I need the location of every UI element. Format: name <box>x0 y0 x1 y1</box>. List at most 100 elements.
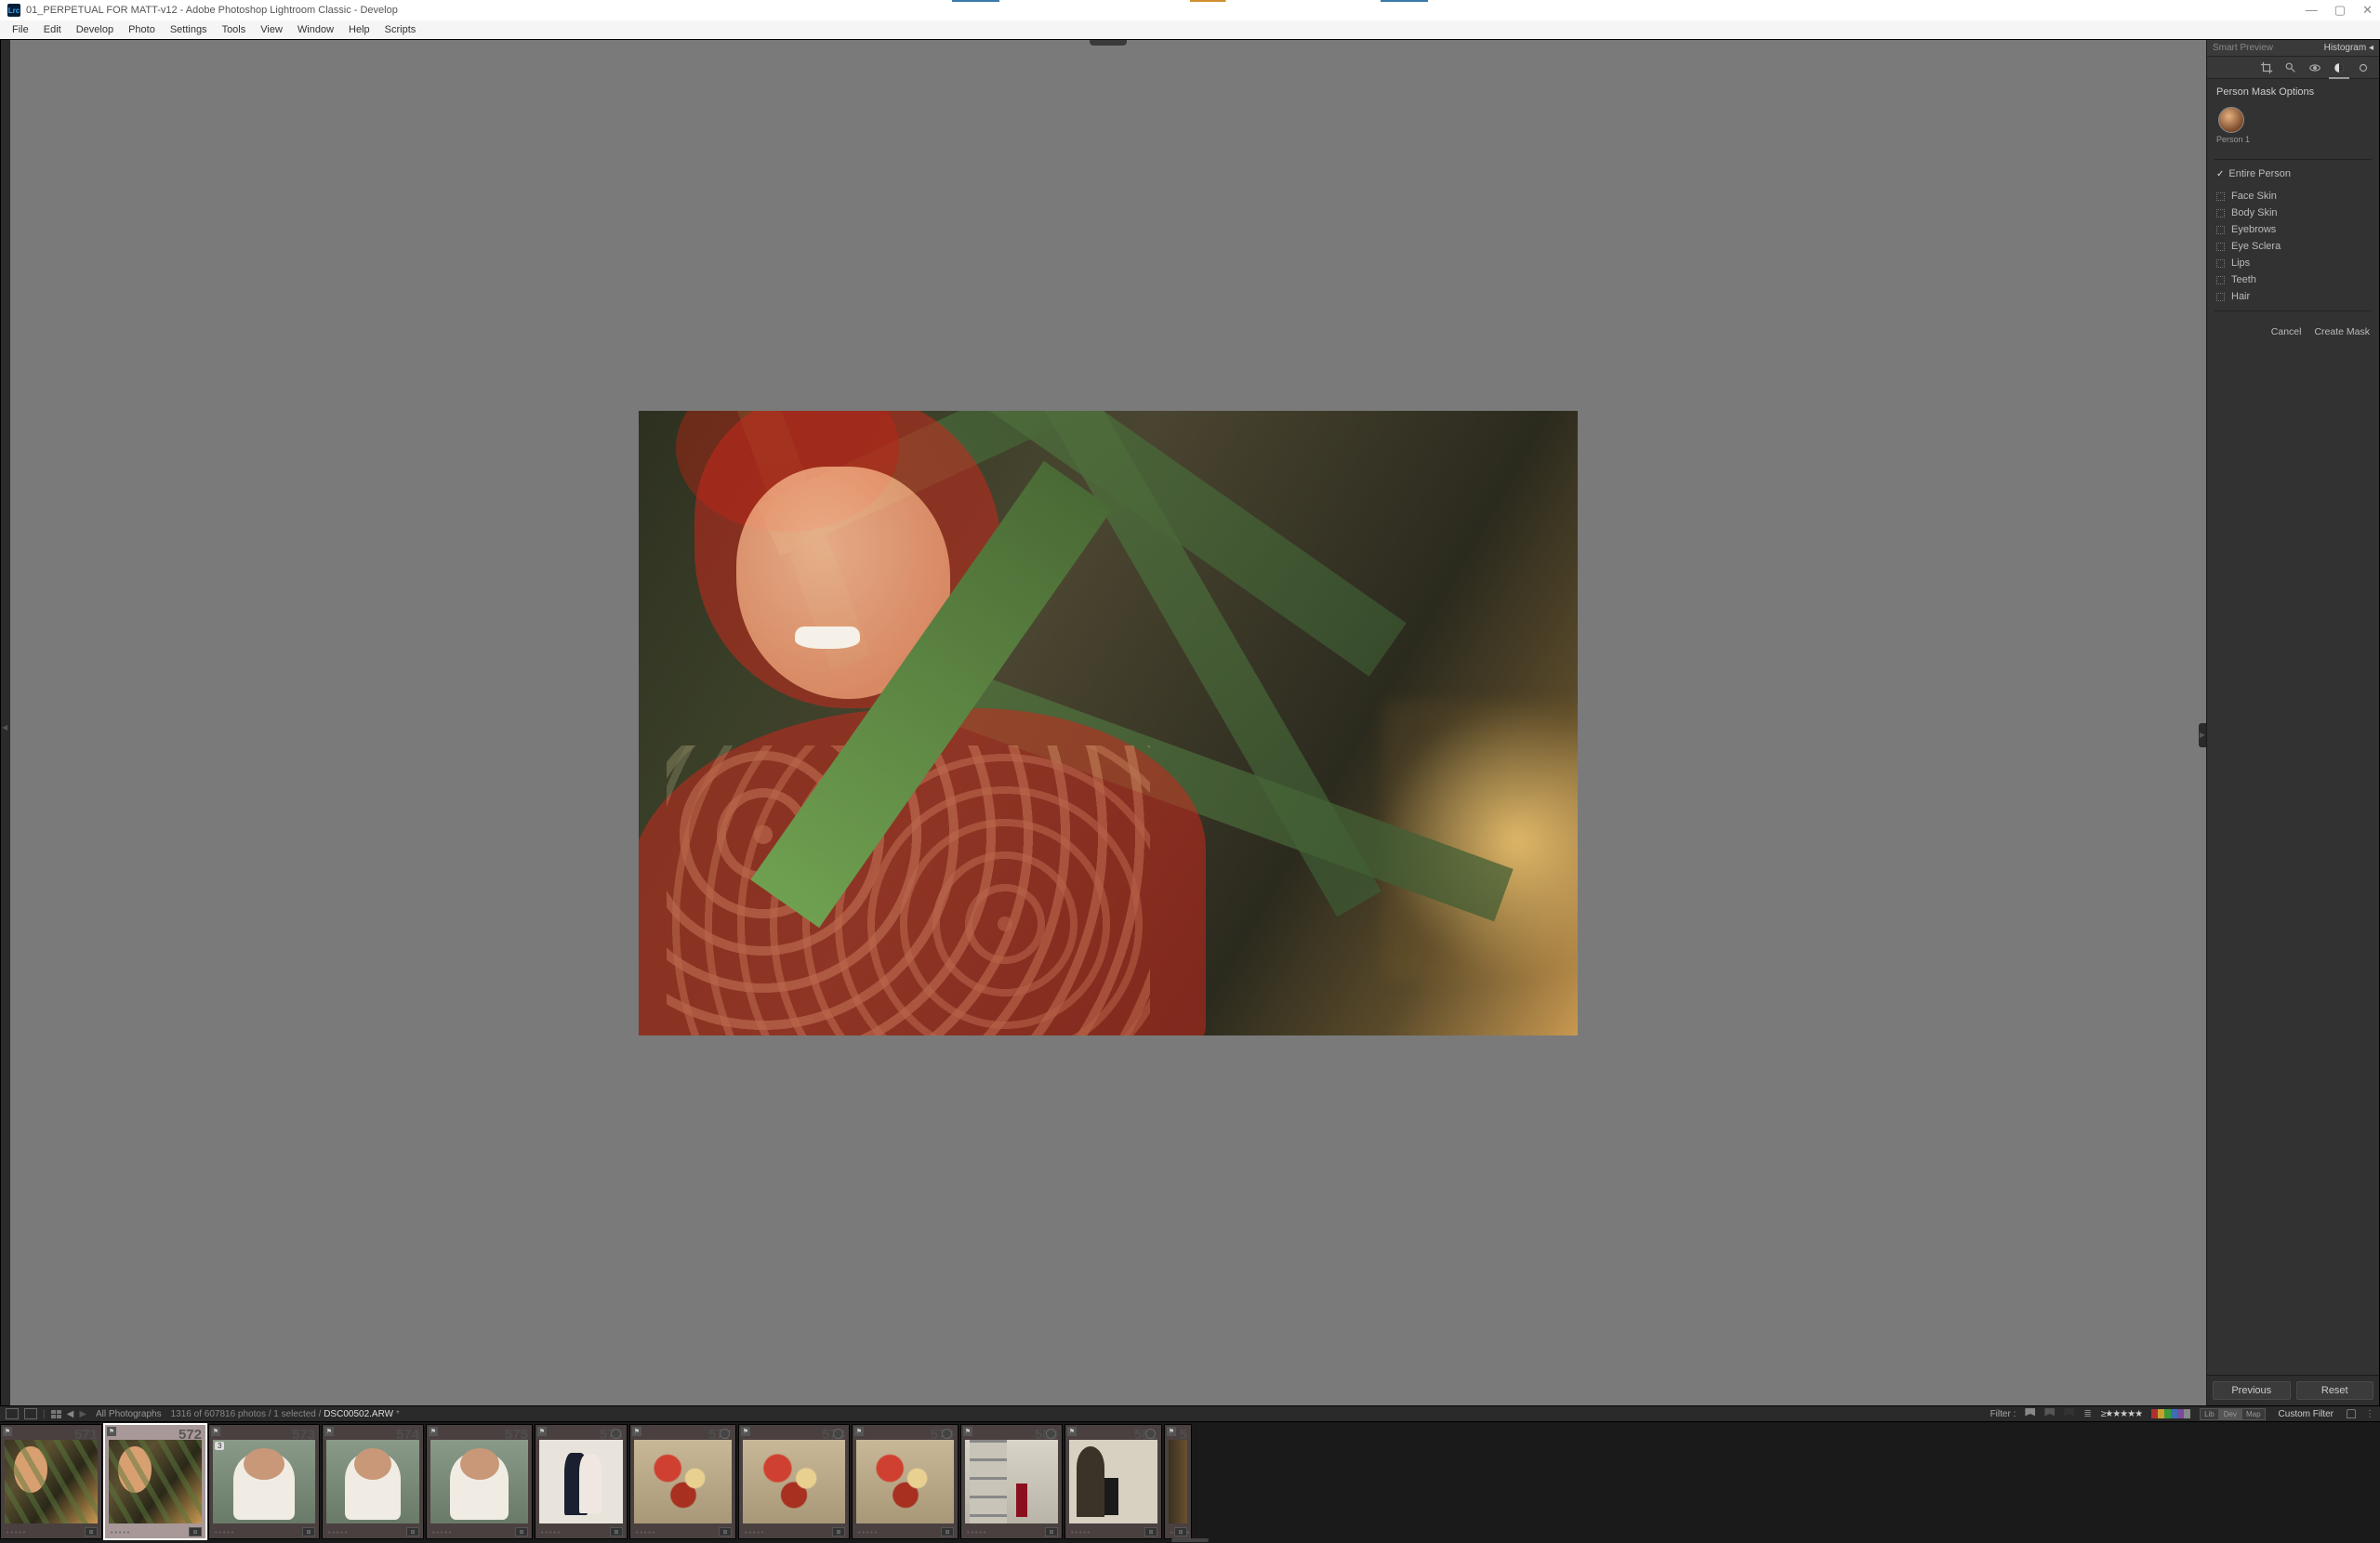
thumbnail-574[interactable]: 574⚑•••••⊞ <box>322 1424 424 1539</box>
thumb-flag-icon[interactable]: ⚑ <box>632 1427 641 1436</box>
mask-option-entire-person[interactable]: Entire Person <box>2215 165 2372 182</box>
cancel-button[interactable]: Cancel <box>2271 326 2302 337</box>
filter-flag-rejected-icon[interactable] <box>2064 1408 2074 1419</box>
filter-flag-picked-icon[interactable] <box>2025 1408 2035 1419</box>
window-minimize-button[interactable]: — <box>2306 3 2318 18</box>
thumb-rating[interactable]: ••••• <box>967 1530 987 1536</box>
window-maximize-button[interactable]: ▢ <box>2334 3 2346 18</box>
thumb-rating[interactable]: ••••• <box>636 1530 656 1536</box>
mask-option-eye-sclera[interactable]: Eye Sclera <box>2215 238 2372 255</box>
thumb-stack-count[interactable]: 3 <box>215 1442 224 1450</box>
spot-removal-tool-icon[interactable] <box>2284 61 2297 74</box>
mask-option-lips[interactable]: Lips <box>2215 255 2372 271</box>
person-1-thumbnail[interactable] <box>2218 107 2244 133</box>
filmstrip[interactable]: 571⚑•••••⊞572⚑•••••⊞573⚑3•••••⊞574⚑•••••… <box>0 1422 2380 1543</box>
thumb-flag-icon[interactable]: ⚑ <box>537 1427 547 1436</box>
filter-menu-icon[interactable]: ⋮ <box>2365 1409 2374 1419</box>
filter-color-chip-5[interactable] <box>2184 1409 2190 1418</box>
grid-view-icon[interactable] <box>51 1410 61 1418</box>
mask-option-hair[interactable]: Hair <box>2215 288 2372 305</box>
filter-list-icon[interactable]: ≣ <box>2083 1409 2091 1419</box>
thumb-rating[interactable]: ••••• <box>541 1530 562 1536</box>
thumb-flag-icon[interactable]: ⚑ <box>429 1427 438 1436</box>
custom-filter-dropdown[interactable]: Custom Filter <box>2275 1409 2337 1419</box>
create-mask-button[interactable]: Create Mask <box>2314 326 2370 337</box>
filter-segmented-toggle[interactable]: LibDevMap <box>2200 1408 2265 1420</box>
thumbnail-575[interactable]: 575⚑•••••⊞ <box>426 1424 533 1539</box>
filter-color-chip-4[interactable] <box>2177 1409 2184 1418</box>
right-panel-collapse-handle[interactable]: ▶ <box>2199 723 2206 747</box>
brush-tool-icon[interactable] <box>2357 61 2370 74</box>
thumb-rating[interactable]: ••••• <box>1071 1530 1091 1536</box>
menu-file[interactable]: File <box>6 22 35 37</box>
mask-option-body-skin[interactable]: Body Skin <box>2215 204 2372 221</box>
filter-flag-unflagged-icon[interactable] <box>2044 1408 2055 1419</box>
menu-settings[interactable]: Settings <box>164 22 214 37</box>
thumb-rating[interactable]: ••••• <box>328 1530 349 1536</box>
filter-color-chip-1[interactable] <box>2158 1409 2164 1418</box>
thumbnail-579[interactable]: 579⚑•••••⊞ <box>852 1424 959 1539</box>
filmstrip-resize-handle[interactable] <box>1171 1538 1209 1542</box>
filter-color-chip-0[interactable] <box>2151 1409 2158 1418</box>
mask-option-eyebrows[interactable]: Eyebrows <box>2215 221 2372 238</box>
forward-nav-icon[interactable]: ▶ <box>79 1409 86 1419</box>
thumb-rating[interactable]: ••••• <box>111 1530 131 1536</box>
thumb-flag-icon[interactable]: ⚑ <box>324 1427 334 1436</box>
thumbnail-580[interactable]: 580⚑•••••⊞ <box>960 1424 1063 1539</box>
segment-lib[interactable]: Lib <box>2200 1408 2219 1420</box>
menu-photo[interactable]: Photo <box>122 22 162 37</box>
left-panel-collapse-handle[interactable] <box>1 40 10 1405</box>
thumbnail-581[interactable]: 581⚑•••••⊞ <box>1064 1424 1162 1539</box>
source-crumb[interactable]: All Photographs <box>96 1409 162 1419</box>
thumb-rating[interactable]: ••••• <box>858 1530 879 1536</box>
menu-help[interactable]: Help <box>342 22 377 37</box>
filter-color-chip-3[interactable] <box>2171 1409 2177 1418</box>
thumbnail-572[interactable]: 572⚑•••••⊞ <box>104 1424 206 1539</box>
thumbnail-576[interactable]: 576⚑•••••⊞ <box>535 1424 628 1539</box>
reset-button[interactable]: Reset <box>2296 1381 2374 1400</box>
thumbnail-573[interactable]: 573⚑3•••••⊞ <box>208 1424 320 1539</box>
menu-tools[interactable]: Tools <box>216 22 253 37</box>
menu-window[interactable]: Window <box>291 22 340 37</box>
filter-lock-icon[interactable] <box>2347 1409 2356 1418</box>
mask-option-teeth[interactable]: Teeth <box>2215 271 2372 288</box>
thumb-rating[interactable]: ••••• <box>7 1530 27 1536</box>
thumbnail-578[interactable]: 578⚑•••••⊞ <box>738 1424 850 1539</box>
thumb-flag-icon[interactable]: ⚑ <box>1167 1427 1176 1436</box>
thumb-flag-icon[interactable]: ⚑ <box>211 1427 220 1436</box>
thumb-flag-icon[interactable]: ⚑ <box>854 1427 864 1436</box>
thumb-rating[interactable]: ••••• <box>215 1530 235 1536</box>
segment-map[interactable]: Map <box>2241 1408 2266 1420</box>
redeye-tool-icon[interactable] <box>2308 61 2321 74</box>
thumb-flag-icon[interactable]: ⚑ <box>741 1427 750 1436</box>
thumbnail-577[interactable]: 577⚑•••••⊞ <box>629 1424 736 1539</box>
menu-develop[interactable]: Develop <box>70 22 120 37</box>
filter-color-chip-2[interactable] <box>2164 1409 2171 1418</box>
histogram-panel-header[interactable]: Histogram ◂ <box>2324 43 2373 53</box>
thumb-flag-icon[interactable]: ⚑ <box>3 1427 12 1436</box>
menu-scripts[interactable]: Scripts <box>378 22 423 37</box>
thumb-rating[interactable]: ••••• <box>432 1530 453 1536</box>
back-nav-icon[interactable]: ◀ <box>67 1409 74 1419</box>
thumb-flag-icon[interactable]: ⚑ <box>1067 1427 1077 1436</box>
top-panel-collapse-handle[interactable] <box>1090 40 1127 46</box>
menu-edit[interactable]: Edit <box>37 22 68 37</box>
filter-rating-stars[interactable]: ≥★★★★★ <box>2101 1409 2142 1419</box>
main-photo-preview[interactable] <box>639 411 1578 1035</box>
develop-canvas[interactable]: ▶ <box>10 40 2206 1405</box>
thumb-flag-icon[interactable]: ⚑ <box>963 1427 972 1436</box>
secondary-window-layout-icon[interactable] <box>24 1408 37 1419</box>
thumbnail-5[interactable]: 5⚑•••••⊞ <box>1164 1424 1192 1539</box>
thumbnail-571[interactable]: 571⚑•••••⊞ <box>0 1424 102 1539</box>
masking-tool-icon[interactable] <box>2333 61 2346 74</box>
window-close-button[interactable]: ✕ <box>2362 3 2373 18</box>
thumbnail-index: 574 <box>396 1427 419 1443</box>
segment-dev[interactable]: Dev <box>2219 1408 2241 1420</box>
menu-view[interactable]: View <box>254 22 289 37</box>
thumb-flag-icon[interactable]: ⚑ <box>107 1427 116 1436</box>
main-window-layout-icon[interactable] <box>6 1408 19 1419</box>
thumb-rating[interactable]: ••••• <box>745 1530 765 1536</box>
mask-option-face-skin[interactable]: Face Skin <box>2215 188 2372 204</box>
previous-button[interactable]: Previous <box>2213 1381 2291 1400</box>
crop-tool-icon[interactable] <box>2260 61 2273 74</box>
